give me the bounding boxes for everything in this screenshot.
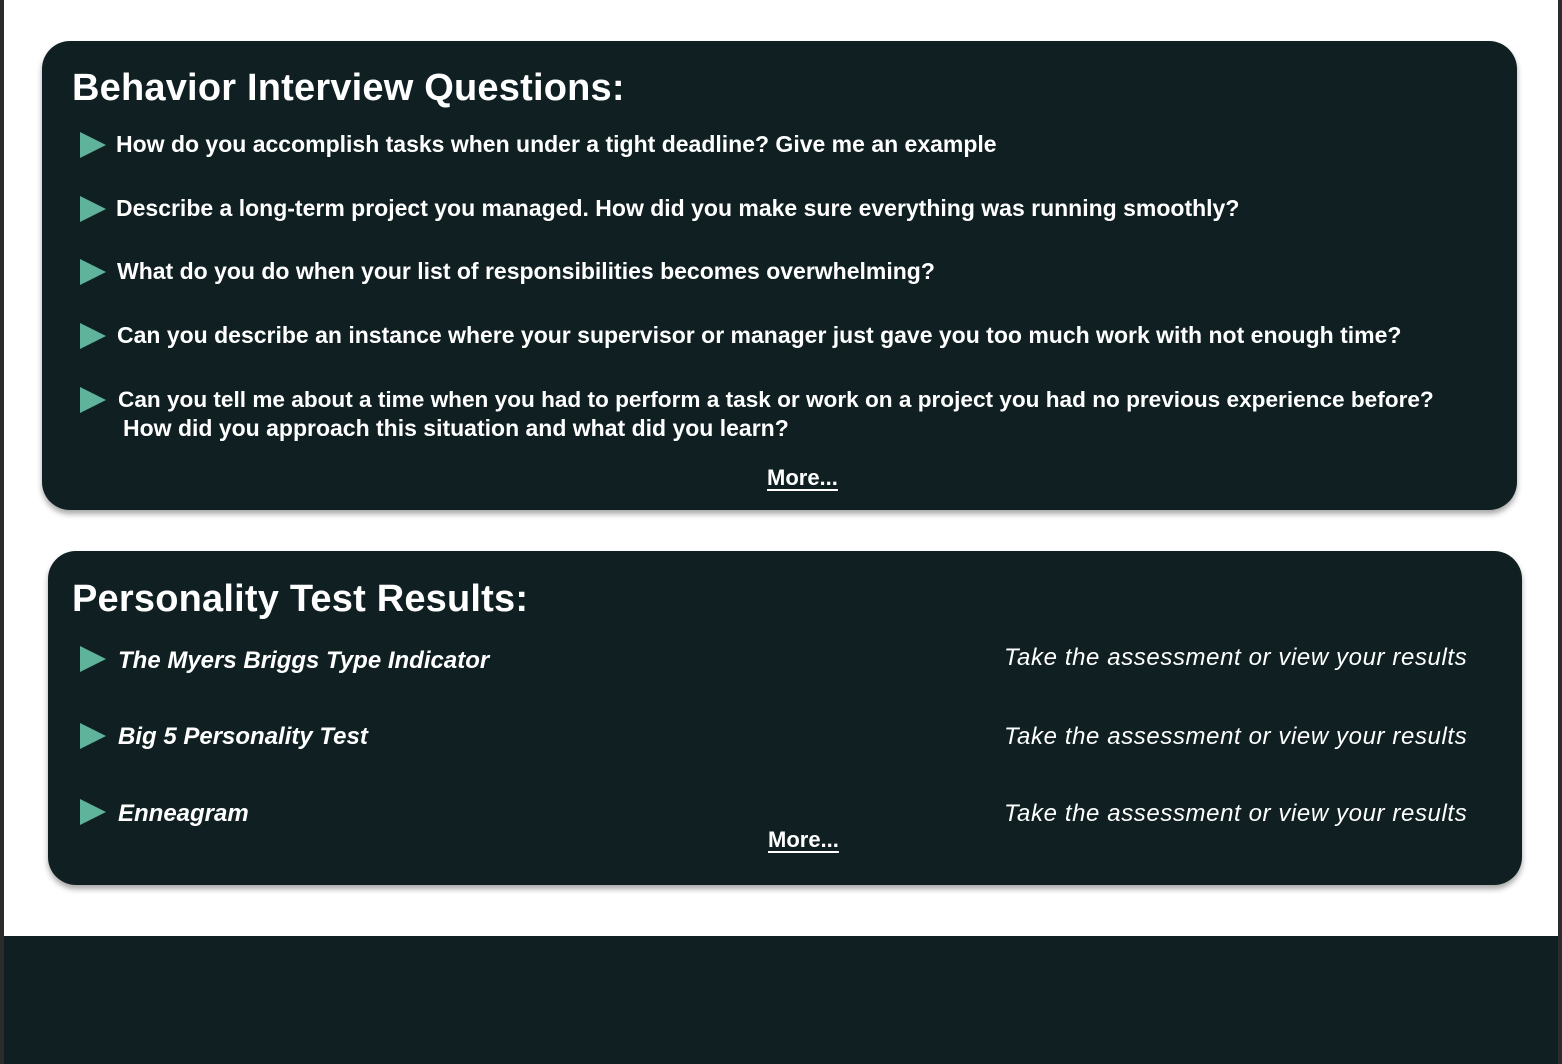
- play-triangle-icon: [80, 259, 106, 285]
- test-action-link[interactable]: Take the assessment or view your results: [1004, 799, 1467, 829]
- play-triangle-icon: [80, 132, 106, 158]
- question-text: Describe a long-term project you managed…: [116, 195, 1240, 221]
- test-name: Big 5 Personality Test: [118, 723, 368, 750]
- test-action-link[interactable]: Take the assessment or view your results: [1004, 643, 1467, 673]
- test-action-link[interactable]: Take the assessment or view your results: [1004, 722, 1467, 752]
- personality-results-card: Personality Test Results: The Myers Brig…: [48, 551, 1522, 885]
- question-text: How do you accomplish tasks when under a…: [116, 131, 997, 157]
- personality-results-title: Personality Test Results:: [72, 578, 529, 620]
- behavior-questions-title: Behavior Interview Questions:: [72, 67, 625, 109]
- page-content: Behavior Interview Questions: How do you…: [4, 0, 1558, 936]
- footer-bar: [4, 936, 1558, 1064]
- test-name: Enneagram: [118, 800, 249, 827]
- play-triangle-icon: [80, 723, 106, 749]
- behavior-questions-card: Behavior Interview Questions: How do you…: [42, 41, 1517, 510]
- question-text: Can you describe an instance where your …: [117, 322, 1402, 348]
- play-triangle-icon: [80, 196, 106, 222]
- question-text: Can you tell me about a time when you ha…: [118, 387, 1434, 412]
- question-text: What do you do when your list of respons…: [117, 258, 935, 284]
- behavior-more-link[interactable]: More...: [767, 465, 838, 491]
- play-triangle-icon: [80, 387, 106, 413]
- question-text-continued: How did you approach this situation and …: [123, 415, 789, 441]
- test-name: The Myers Briggs Type Indicator: [118, 647, 490, 674]
- play-triangle-icon: [80, 646, 106, 672]
- play-triangle-icon: [80, 799, 106, 825]
- personality-more-link[interactable]: More...: [768, 827, 839, 853]
- play-triangle-icon: [80, 323, 106, 349]
